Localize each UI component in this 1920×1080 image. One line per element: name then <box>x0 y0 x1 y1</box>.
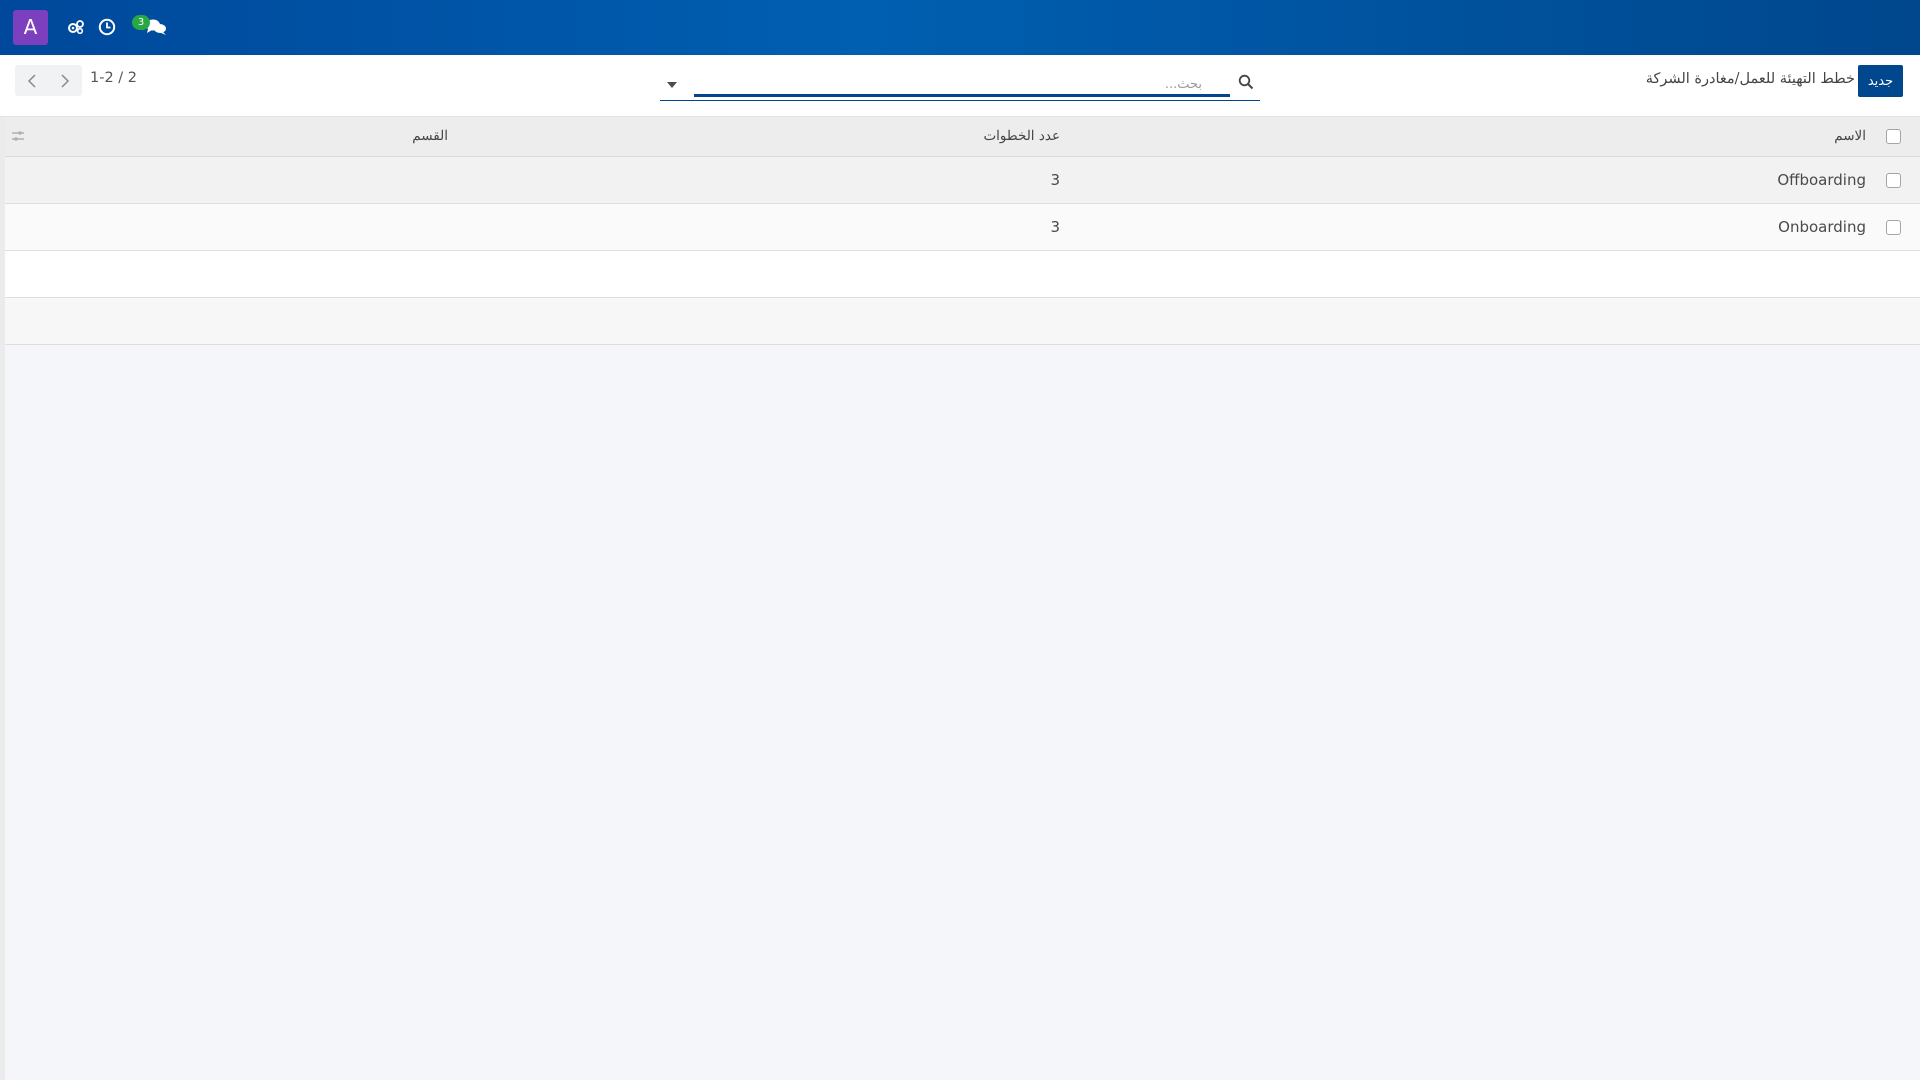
chevron-left-icon <box>27 73 36 88</box>
row-steps[interactable]: 3 <box>448 203 1060 250</box>
user-avatar[interactable]: A <box>13 10 48 45</box>
new-button[interactable]: جديد <box>1858 65 1903 97</box>
row-department[interactable] <box>0 203 448 250</box>
row-department[interactable] <box>0 156 448 203</box>
empty-row <box>0 250 1920 297</box>
column-header-name[interactable]: الاسم <box>1060 117 1866 156</box>
row-select-cell <box>1866 203 1920 250</box>
table-header-row: الاسم عدد الخطوات القسم <box>0 117 1920 156</box>
control-panel: جديد خطط التهيئة للعمل/مغادرة الشركة 1-2… <box>0 55 1920 117</box>
row-name[interactable]: Onboarding <box>1060 203 1866 250</box>
chevron-right-icon <box>61 73 70 88</box>
settings-gears-icon[interactable] <box>64 15 88 39</box>
search-focus-indicator <box>694 94 1230 97</box>
empty-row <box>0 297 1920 344</box>
pager-buttons <box>15 65 82 96</box>
row-select-cell <box>1866 156 1920 203</box>
search-bar <box>660 65 1260 101</box>
row-checkbox[interactable] <box>1885 172 1901 188</box>
row-name[interactable]: Offboarding <box>1060 156 1866 203</box>
table-row[interactable]: Offboarding 3 <box>0 156 1920 203</box>
pager-value[interactable]: 1-2 / 2 <box>90 70 137 92</box>
row-checkbox[interactable] <box>1885 219 1901 235</box>
column-settings-icon[interactable] <box>11 129 25 143</box>
select-all-checkbox[interactable] <box>1885 129 1901 145</box>
search-icon[interactable] <box>1238 74 1254 90</box>
search-options-caret-icon[interactable] <box>666 77 678 89</box>
row-steps[interactable]: 3 <box>448 156 1060 203</box>
records-table: الاسم عدد الخطوات القسم Offboarding 3 On… <box>0 117 1920 345</box>
pager-next-button[interactable] <box>49 65 83 96</box>
column-header-department[interactable]: القسم <box>0 117 448 156</box>
pager-previous-button[interactable] <box>15 65 49 96</box>
select-all-cell <box>1866 117 1920 156</box>
breadcrumb: خطط التهيئة للعمل/مغادرة الشركة <box>1645 71 1855 87</box>
left-edge-strip <box>0 117 5 1080</box>
clock-icon[interactable] <box>95 15 119 39</box>
search-input[interactable] <box>694 73 1234 95</box>
top-navbar: A 3 <box>0 0 1920 55</box>
table-row[interactable]: Onboarding 3 <box>0 203 1920 250</box>
column-header-steps[interactable]: عدد الخطوات <box>448 117 1060 156</box>
chat-count-badge: 3 <box>132 15 150 30</box>
list-view: الاسم عدد الخطوات القسم Offboarding 3 On… <box>0 117 1920 1080</box>
